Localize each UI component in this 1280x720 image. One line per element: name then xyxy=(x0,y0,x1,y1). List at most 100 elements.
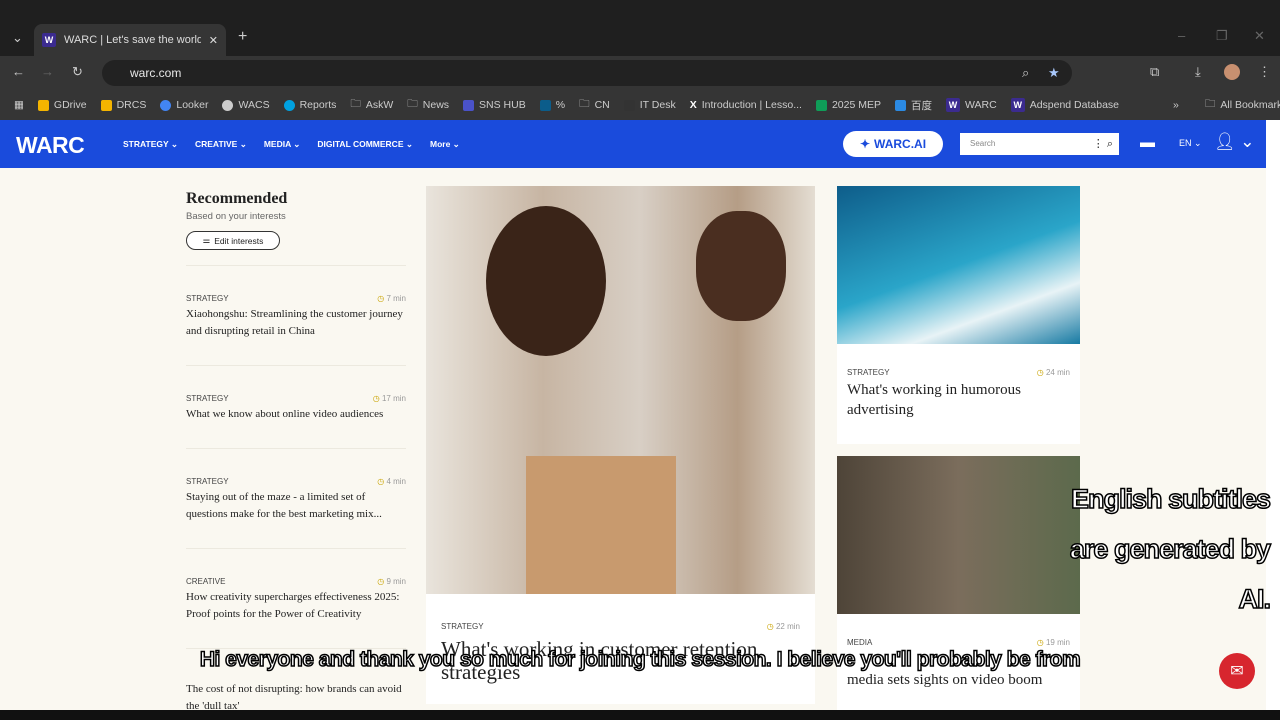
recommended-panel: Recommended Based on your interests ⚌ Edi… xyxy=(186,190,406,715)
folder-icon: 🗀 xyxy=(407,98,418,110)
clock-icon: ◷ xyxy=(377,477,385,486)
nav-label: STRATEGY xyxy=(123,139,169,149)
main-nav: STRATEGY ⌄ CREATIVE ⌄ MEDIA ⌄ DIGITAL CO… xyxy=(123,139,460,150)
nav-strategy[interactable]: STRATEGY ⌄ xyxy=(123,139,178,150)
bookmark-folder[interactable]: 🗀 News xyxy=(407,96,449,114)
read-time: 24 min xyxy=(1045,368,1070,377)
url-text: warc.com xyxy=(130,66,182,80)
warc-favicon: W xyxy=(1010,98,1025,112)
bookmark[interactable]: IT Desk xyxy=(623,99,676,111)
bookmark[interactable]: 百度 xyxy=(894,98,932,113)
bookmark-label: All Bookmarks xyxy=(1220,99,1280,111)
bookmark-label: IT Desk xyxy=(639,99,676,111)
hero-image[interactable] xyxy=(426,186,815,594)
ai-label: WARC.AI xyxy=(874,137,927,151)
bookmark-label: Introduction | Lesso... xyxy=(701,99,802,111)
mail-icon: ✉ xyxy=(1230,663,1244,680)
user-icon[interactable]: 👤︎ ⌄ xyxy=(1214,132,1255,152)
toolbar: ← → ↻ warc.com ⌕ ★ ⧉ ⤓ ⋮ xyxy=(0,56,1280,90)
read-time: 17 min xyxy=(381,394,406,403)
button-label: Edit interests xyxy=(214,235,264,246)
address-bar[interactable]: warc.com ⌕ ★ xyxy=(102,60,1072,86)
bottom-bar xyxy=(0,710,1280,720)
minimize-icon[interactable]: – xyxy=(1178,28,1185,43)
warc-ai-button[interactable]: ✦ WARC.AI xyxy=(843,131,943,157)
sparkle-icon: ✦ xyxy=(859,137,871,151)
article-card[interactable]: STRATEGY ◷ 24 min What's working in humoro… xyxy=(837,186,1080,444)
reload-icon[interactable]: ↻ xyxy=(72,64,83,80)
bookmark-label: Reports xyxy=(299,99,337,111)
category: STRATEGY xyxy=(847,368,890,377)
nav-creative[interactable]: CREATIVE ⌄ xyxy=(195,139,247,150)
clock-icon: ◷ xyxy=(377,294,385,303)
bookmark[interactable]: X Introduction | Lesso... xyxy=(690,99,802,111)
list-item[interactable]: CREATIVE ◷ 9 min How creativity supercharg… xyxy=(186,548,406,648)
bookmark-label: 2025 MEP xyxy=(831,99,881,111)
menu-icon[interactable]: ⋮ xyxy=(1258,64,1271,80)
article-title: Xiaohongshu: Streamlining the customer j… xyxy=(186,308,403,337)
apps-icon[interactable]: ▦ xyxy=(14,99,24,111)
nav-media[interactable]: MEDIA ⌄ xyxy=(264,139,301,150)
lang-label: EN xyxy=(1179,138,1192,148)
close-tab-icon[interactable]: ✕ xyxy=(209,34,218,47)
search-input[interactable]: Search ⋮ ⌕ xyxy=(960,133,1119,155)
bookmark[interactable]: W Adspend Database xyxy=(1010,98,1120,112)
warc-logo[interactable]: WARC xyxy=(16,132,85,159)
bookmark[interactable]: Reports xyxy=(283,99,337,111)
bookmark-label: CN xyxy=(594,99,610,111)
new-tab-icon[interactable]: + xyxy=(238,28,247,46)
site-header: WARC STRATEGY ⌄ CREATIVE ⌄ MEDIA ⌄ DIGIT… xyxy=(0,120,1266,168)
bookmark-label: 百度 xyxy=(910,99,932,112)
section-title: Recommended xyxy=(186,190,288,207)
extensions-icon[interactable]: ⧉ xyxy=(1150,64,1159,80)
nav-digital-commerce[interactable]: DIGITAL COMMERCE ⌄ xyxy=(317,139,413,150)
search-icon[interactable]: ⋮ ⌕ xyxy=(1093,133,1113,155)
forward-icon[interactable]: → xyxy=(41,64,54,79)
list-item[interactable]: STRATEGY ◷ 7 min Xiaohongshu: Streamlining… xyxy=(186,265,406,365)
list-item[interactable]: STRATEGY ◷ 4 min Staying out of the maze -… xyxy=(186,448,406,548)
clock-icon: ◷ xyxy=(766,622,774,631)
bookmark-star-icon[interactable]: ★ xyxy=(1048,60,1060,86)
folder-icon[interactable]: ▬ xyxy=(1140,134,1155,151)
contact-mail-button[interactable]: ✉ xyxy=(1219,653,1255,689)
bookmark[interactable]: W WARC xyxy=(945,98,997,112)
zoom-icon[interactable]: ⌕ xyxy=(1022,60,1029,86)
clock-icon: ◷ xyxy=(372,394,380,403)
bookmark-label: Adspend Database xyxy=(1029,99,1120,111)
nav-label: More xyxy=(429,139,451,149)
restore-icon[interactable]: ❐ xyxy=(1216,28,1228,44)
category: STRATEGY xyxy=(186,394,229,403)
list-item[interactable]: STRATEGY ◷ 17 min What we know about onlin… xyxy=(186,365,406,448)
bookmark[interactable]: SNS HUB xyxy=(463,99,526,111)
download-icon[interactable]: ⤓ xyxy=(1195,64,1201,80)
search-placeholder: Search xyxy=(970,139,996,148)
category: STRATEGY xyxy=(441,622,484,631)
ai-subtitle-notice: English subtitles are generated by AI. xyxy=(1069,483,1272,615)
bookmark-label: Looker xyxy=(176,99,209,111)
browser-tab[interactable]: W WARC | Let's save the world fro ✕ xyxy=(34,24,226,56)
bookmark[interactable]: % xyxy=(539,99,566,111)
back-icon[interactable]: ← xyxy=(12,64,25,79)
bookmark[interactable]: DRCS xyxy=(100,99,147,111)
bookmark[interactable]: Looker xyxy=(160,99,208,111)
more-bookmarks-icon[interactable]: » xyxy=(1173,99,1179,111)
bookmark-folder[interactable]: 🗀 AskW xyxy=(350,96,393,114)
edit-interests-button[interactable]: ⚌ Edit interests xyxy=(186,231,280,250)
bookmark[interactable]: WACS xyxy=(222,99,270,111)
window-close-icon[interactable]: ✕ xyxy=(1254,28,1265,44)
bookmark-label: % xyxy=(555,99,566,111)
clock-icon: ◷ xyxy=(1036,638,1044,647)
tab-search-icon[interactable]: ⌄ xyxy=(12,30,23,46)
bookmark-label: DRCS xyxy=(116,99,147,111)
language-select[interactable]: EN ⌄ xyxy=(1179,138,1202,149)
category: STRATEGY xyxy=(186,294,229,303)
read-time: 4 min xyxy=(386,477,406,486)
sliders-icon: ⚌ xyxy=(202,235,211,245)
bookmark[interactable]: GDrive xyxy=(37,99,87,111)
nav-more[interactable]: More ⌄ xyxy=(430,139,460,150)
bookmark[interactable]: 2025 MEP xyxy=(815,99,881,111)
bookmark-folder[interactable]: 🗀 CN xyxy=(579,96,610,114)
article-image xyxy=(837,186,1080,344)
all-bookmarks[interactable]: 🗀 All Bookmarks xyxy=(1205,96,1280,114)
profile-avatar[interactable] xyxy=(1224,64,1240,80)
